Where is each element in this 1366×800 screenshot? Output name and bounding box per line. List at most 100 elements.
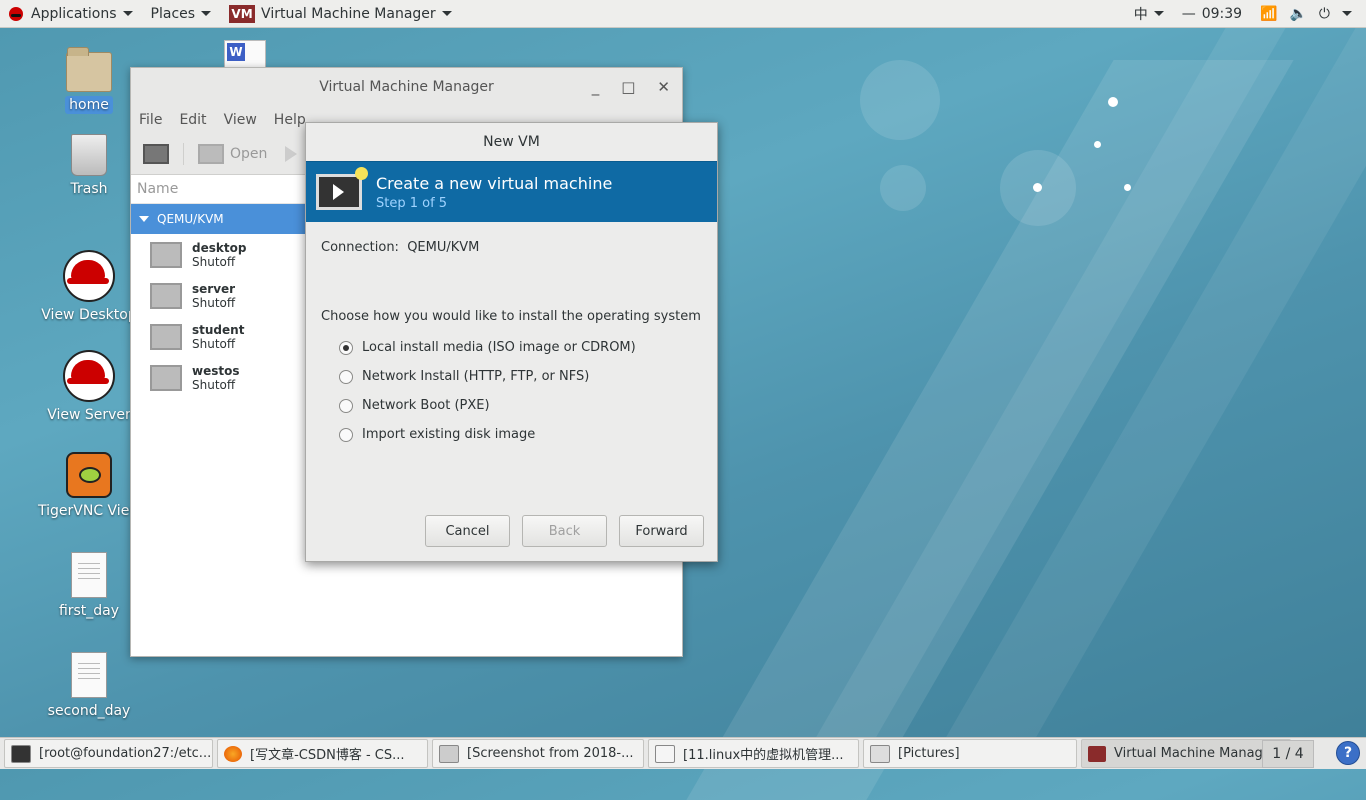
clock-dash: — xyxy=(1181,5,1196,22)
places-label: Places xyxy=(150,5,196,22)
task-text-editor[interactable]: [11.linux中的虚拟机管理... xyxy=(648,739,859,768)
help-icon[interactable]: ? xyxy=(1336,741,1360,765)
terminal-icon xyxy=(11,744,31,763)
desktop-icon-view-server[interactable]: View Server xyxy=(34,350,144,424)
task-pictures[interactable]: [Pictures] xyxy=(863,739,1077,768)
vm-name: desktop xyxy=(192,240,247,255)
redhat-icon xyxy=(63,250,115,302)
task-label: [11.linux中的虚拟机管理... xyxy=(683,748,844,763)
home-folder-icon xyxy=(66,47,112,92)
active-app-menu[interactable]: VM Virtual Machine Manager xyxy=(220,0,461,27)
task-screenshot[interactable]: [Screenshot from 2018-... xyxy=(432,739,644,768)
radio-label: Import existing disk image xyxy=(362,427,536,442)
radio-button[interactable] xyxy=(339,340,353,355)
toolbar-separator xyxy=(183,143,184,165)
virt-manager-icon xyxy=(1088,745,1106,762)
vm-state: Shutoff xyxy=(192,295,236,310)
radio-network-boot[interactable]: Network Boot (PXE) xyxy=(339,398,490,413)
desktop-icon-label: second_day xyxy=(47,703,131,719)
text-file-icon xyxy=(71,652,107,698)
vm-state: Shutoff xyxy=(192,336,236,351)
radio-button[interactable] xyxy=(339,398,353,413)
maximize-icon[interactable]: □ xyxy=(621,78,635,96)
desktop-icon-label: View Desktop xyxy=(41,307,137,323)
monitor-icon xyxy=(198,144,224,164)
places-menu[interactable]: Places xyxy=(142,0,221,27)
menu-file[interactable]: File xyxy=(139,112,162,128)
clock[interactable]: — 09:39 xyxy=(1173,0,1251,27)
forward-button[interactable]: Forward xyxy=(619,515,704,547)
close-icon[interactable]: ✕ xyxy=(657,78,670,96)
column-name-label: Name xyxy=(137,181,179,197)
task-terminal[interactable]: [root@foundation27:/etc... xyxy=(4,739,213,768)
vm-monitor-icon xyxy=(150,364,182,391)
applications-menu[interactable]: Applications xyxy=(0,0,142,27)
input-method-label: 中 xyxy=(1133,6,1148,23)
power-icon: ⏻ xyxy=(1318,5,1330,22)
firefox-icon xyxy=(224,745,242,762)
connection-value: QEMU/KVM xyxy=(407,240,480,255)
vm-name: westos xyxy=(192,363,240,378)
task-label: [写文章-CSDN博客 - CS... xyxy=(250,748,405,763)
menu-help[interactable]: Help xyxy=(274,112,306,128)
vm-name: server xyxy=(192,281,236,296)
vm-monitor-icon xyxy=(150,282,182,309)
dialog-titlebar[interactable]: New VM xyxy=(306,123,717,161)
play-icon[interactable] xyxy=(285,146,298,162)
desktop-icon-first-day[interactable]: first_day xyxy=(34,552,144,620)
chevron-down-icon xyxy=(1342,11,1352,16)
task-vmm[interactable]: Virtual Machine Manager xyxy=(1081,739,1291,768)
radio-network-install[interactable]: Network Install (HTTP, FTP, or NFS) xyxy=(339,369,589,384)
desktop-icon-label: View Server xyxy=(47,407,131,423)
chevron-down-icon xyxy=(1153,11,1164,16)
new-vm-button[interactable] xyxy=(143,144,169,164)
menu-edit[interactable]: Edit xyxy=(179,112,206,128)
input-method-indicator[interactable]: 中 xyxy=(1125,0,1173,27)
taskbar: [root@foundation27:/etc... [写文章-CSDN博客 -… xyxy=(0,737,1366,769)
wps-document-icon[interactable]: W xyxy=(224,40,266,70)
radio-local-install[interactable]: Local install media (ISO image or CDROM) xyxy=(339,340,636,355)
radio-label: Network Boot (PXE) xyxy=(362,398,490,413)
desktop-icon-tigervnc[interactable]: TigerVNC View xyxy=(34,452,144,520)
applications-label: Applications xyxy=(31,5,117,22)
volume-icon: 🔈 xyxy=(1289,5,1307,22)
banner-title: Create a new virtual machine xyxy=(376,173,613,193)
connection-row[interactable]: QEMU/KVM xyxy=(131,204,305,234)
wifi-icon: 📶 xyxy=(1260,5,1278,22)
task-label: Virtual Machine Manager xyxy=(1114,746,1277,761)
text-editor-icon xyxy=(655,744,675,763)
active-app-label: Virtual Machine Manager xyxy=(261,5,436,22)
desktop-icon-trash[interactable]: Trash xyxy=(34,134,144,198)
desktop-icon-label: Trash xyxy=(70,181,108,197)
redhat-icon xyxy=(9,6,23,21)
desktop-icon-label: home xyxy=(65,96,113,114)
open-button[interactable]: Open xyxy=(198,144,267,164)
vm-name: student xyxy=(192,322,245,337)
desktop-icon-home[interactable]: home xyxy=(34,47,144,114)
back-button[interactable]: Back xyxy=(522,515,607,547)
minimize-icon[interactable]: _ xyxy=(592,78,600,96)
radio-label: Local install media (ISO image or CDROM) xyxy=(362,340,636,355)
chevron-down-icon xyxy=(201,11,212,16)
desktop-icon-second-day[interactable]: second_day xyxy=(34,652,144,720)
workspace-pager[interactable]: 1 / 4 xyxy=(1262,740,1314,768)
redhat-icon xyxy=(63,350,115,402)
task-label: [Pictures] xyxy=(898,746,960,761)
radio-button[interactable] xyxy=(339,427,353,442)
vmm-titlebar[interactable]: Virtual Machine Manager _ □ ✕ xyxy=(131,68,682,106)
vm-monitor-icon xyxy=(150,323,182,350)
new-vm-dialog: New VM Create a new virtual machine Step… xyxy=(305,122,718,562)
text-file-icon xyxy=(71,552,107,598)
task-firefox[interactable]: [写文章-CSDN博客 - CS... xyxy=(217,739,428,768)
desktop-icon-label: TigerVNC View xyxy=(38,503,141,519)
connection-line: Connection: QEMU/KVM xyxy=(321,240,479,255)
vm-state: Shutoff xyxy=(192,254,236,269)
clock-time: 09:39 xyxy=(1201,5,1243,22)
desktop-icon-view-desktop[interactable]: View Desktop xyxy=(34,250,144,324)
menu-view[interactable]: View xyxy=(224,112,257,128)
system-status-menu[interactable]: 📶 🔈 ⏻ xyxy=(1251,0,1366,27)
radio-import-disk[interactable]: Import existing disk image xyxy=(339,427,535,442)
radio-button[interactable] xyxy=(339,369,353,384)
cancel-button[interactable]: Cancel xyxy=(425,515,510,547)
top-panel: Applications Places VM Virtual Machine M… xyxy=(0,0,1366,28)
